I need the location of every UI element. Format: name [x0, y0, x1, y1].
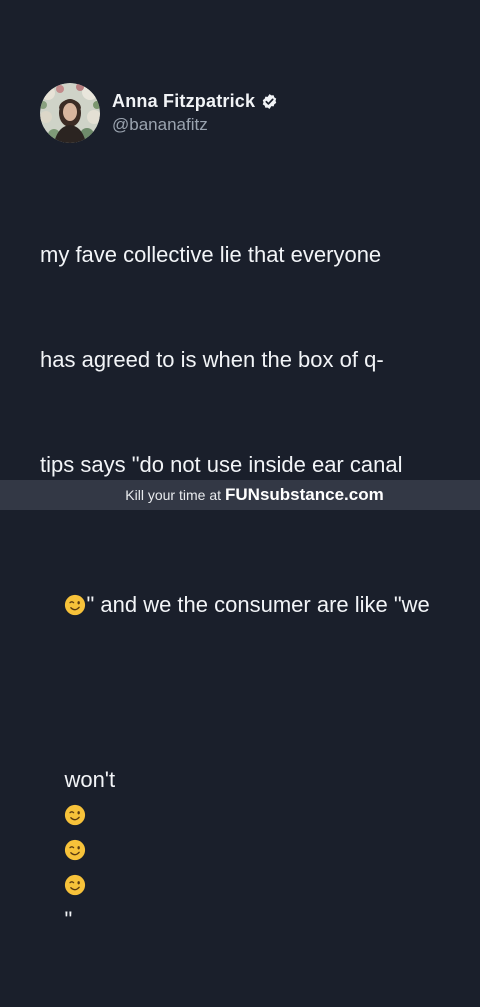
- display-name-row: Anna Fitzpatrick: [112, 91, 278, 112]
- watermark-prefix: Kill your time at: [125, 487, 221, 503]
- avatar-image: [40, 83, 100, 143]
- display-name[interactable]: Anna Fitzpatrick: [112, 91, 255, 112]
- tweet-line-3: tips says "do not use inside ear canal: [40, 452, 403, 477]
- avatar[interactable]: [40, 83, 100, 143]
- verified-badge-icon: [262, 94, 277, 109]
- tweet-line-1: my fave collective lie that everyone: [40, 242, 382, 267]
- user-handle[interactable]: @bananafitz: [112, 115, 278, 135]
- tweet-text: my fave collective lie that everyone has…: [40, 167, 458, 1007]
- tweet-line-5-text: won't: [64, 767, 116, 792]
- winking-face-icon: [65, 594, 86, 616]
- tweet-line-4-text: " and we the consumer are like "we: [86, 592, 430, 617]
- funsubstance-logo[interactable]: FUNsubstance.com: [225, 485, 471, 505]
- watermark-bar: Kill your time at FUNsubstance.com: [0, 480, 480, 510]
- tweet-line-2: has agreed to is when the box of q-: [40, 347, 384, 372]
- winking-face-icon: [65, 804, 86, 826]
- winking-face-icon: [65, 839, 86, 861]
- tweet-line-5-closing-quote: ": [64, 907, 73, 932]
- tweet-line-5: won't ": [40, 727, 458, 972]
- winking-face-icon: [65, 874, 86, 896]
- user-names: Anna Fitzpatrick @bananafitz: [112, 91, 278, 135]
- funsubstance-logo-text: FUNsubstance.com: [225, 485, 384, 504]
- tweet-line-4: " and we the consumer are like "we: [40, 552, 458, 657]
- tweet-header: Anna Fitzpatrick @bananafitz: [40, 83, 278, 143]
